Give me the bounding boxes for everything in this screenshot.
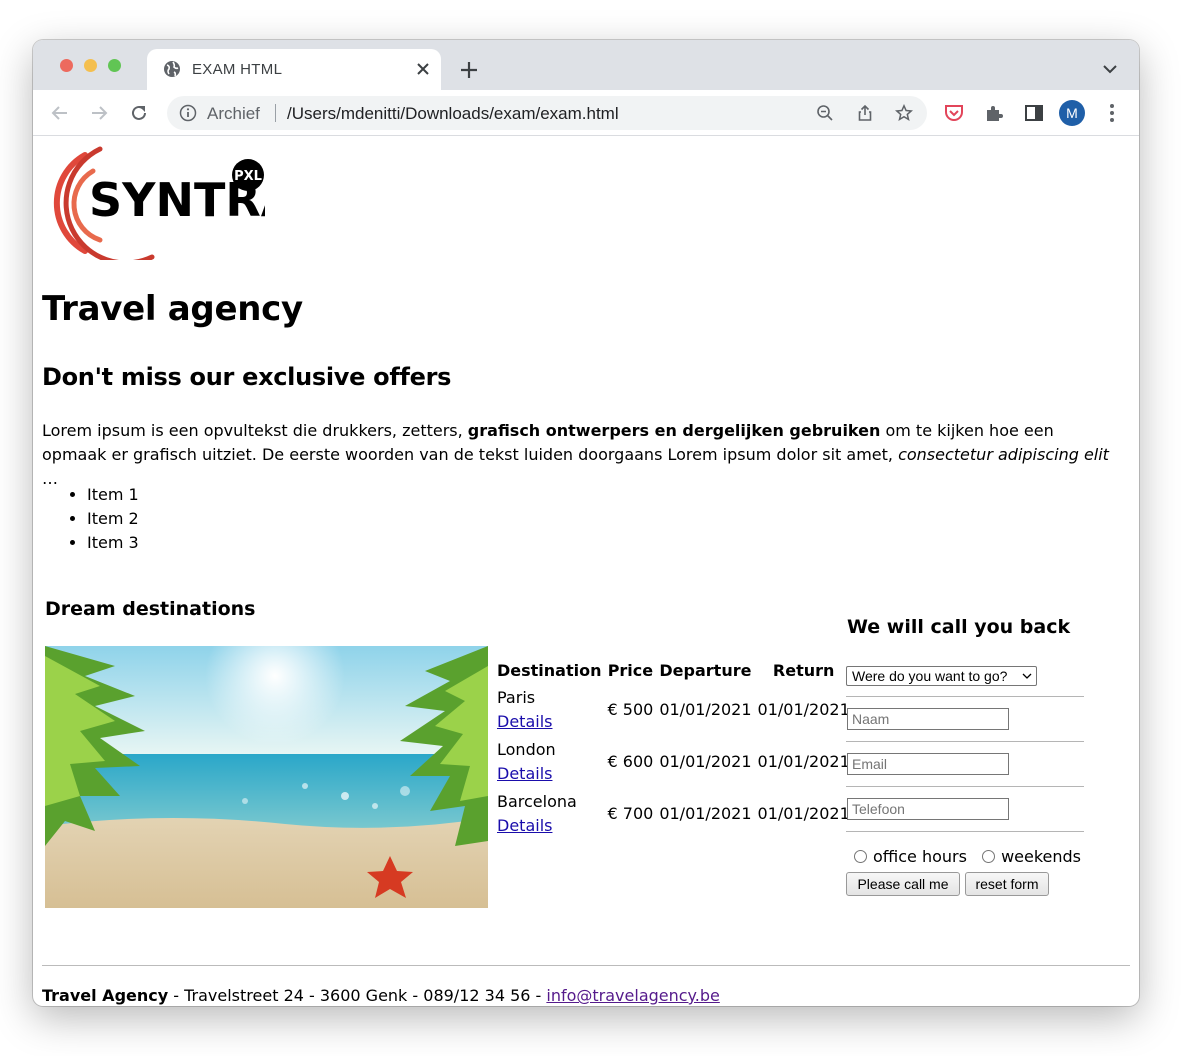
page-title: Travel agency xyxy=(42,289,303,329)
weekends-radio[interactable] xyxy=(982,850,996,863)
details-link[interactable]: Details xyxy=(497,816,552,835)
page-subtitle: Don't miss our exclusive offers xyxy=(42,363,452,391)
destination-cell: Paris Details xyxy=(497,688,553,731)
email-field[interactable]: Email xyxy=(847,753,1009,775)
return-cell: 01/01/2021 xyxy=(757,700,850,719)
divider xyxy=(846,786,1084,787)
extensions-puzzle-icon[interactable] xyxy=(983,102,1005,124)
divider xyxy=(846,741,1084,742)
zoom-window-button[interactable] xyxy=(108,59,121,72)
tab-exam-html[interactable]: EXAM HTML xyxy=(147,49,441,90)
departure-cell: 01/01/2021 xyxy=(659,752,752,771)
divider xyxy=(846,696,1084,697)
details-link[interactable]: Details xyxy=(497,764,552,783)
address-bar[interactable]: Archief /Users/mdenitti/Downloads/exam/e… xyxy=(167,96,927,130)
chevron-down-icon xyxy=(1022,673,1032,679)
destinations-title: Dream destinations xyxy=(45,598,256,620)
syntra-logo: SYNTRA PXL xyxy=(53,146,265,260)
departure-cell: 01/01/2021 xyxy=(659,700,752,719)
page-content: SYNTRA PXL Travel agency Don't miss our … xyxy=(33,137,1139,1006)
destination-cell: London Details xyxy=(497,740,556,783)
list-item: Item 2 xyxy=(87,507,139,531)
destination-cell: Barcelona Details xyxy=(497,792,577,835)
browser-window: EXAM HTML Archief /Users/mdenitti/Downlo… xyxy=(33,40,1139,1006)
header-return: Return xyxy=(772,660,835,680)
name-field[interactable]: Naam xyxy=(847,708,1009,730)
pocket-icon[interactable] xyxy=(943,102,965,124)
list-item: Item 3 xyxy=(87,531,139,555)
url-text[interactable]: /Users/mdenitti/Downloads/exam/exam.html xyxy=(287,104,619,124)
header-departure: Departure xyxy=(659,660,752,680)
intro-paragraph: Lorem ipsum is een opvultekst die drukke… xyxy=(42,421,1109,488)
phone-field[interactable]: Telefoon xyxy=(847,798,1009,820)
footer-divider xyxy=(42,965,1130,966)
reload-icon[interactable] xyxy=(128,102,150,124)
destinations-table: Destination Price Departure Return Paris… xyxy=(493,655,854,841)
intro-bold: grafisch ontwerpers en dergelijken gebru… xyxy=(467,421,881,440)
table-row: Barcelona Details € 700 01/01/2021 01/01/… xyxy=(495,789,852,839)
header-price: Price xyxy=(607,660,654,680)
divider xyxy=(846,831,1084,832)
browser-toolbar: Archief /Users/mdenitti/Downloads/exam/e… xyxy=(33,90,1139,136)
profile-avatar[interactable]: M xyxy=(1059,100,1085,126)
table-header-row: Destination Price Departure Return xyxy=(495,657,852,683)
submit-button[interactable]: Please call me xyxy=(846,872,960,896)
address-separator xyxy=(275,104,276,122)
more-menu-icon[interactable] xyxy=(1101,102,1123,124)
tab-strip: EXAM HTML xyxy=(33,40,1139,90)
header-destination: Destination xyxy=(497,660,602,680)
info-icon[interactable] xyxy=(179,104,197,122)
new-tab-icon[interactable] xyxy=(459,60,479,80)
price-cell: € 700 xyxy=(607,804,654,823)
price-cell: € 500 xyxy=(607,700,654,719)
bookmark-star-icon[interactable] xyxy=(895,104,913,122)
footer-company: Travel Agency xyxy=(42,986,169,1005)
close-window-button[interactable] xyxy=(60,59,73,72)
departure-cell: 01/01/2021 xyxy=(659,804,752,823)
close-tab-icon[interactable] xyxy=(414,60,432,78)
return-cell: 01/01/2021 xyxy=(757,752,850,771)
back-arrow-icon[interactable] xyxy=(49,102,71,124)
address-prefix: Archief xyxy=(207,104,260,123)
footer-address: - Travelstreet 24 - 3600 Genk - 089/12 3… xyxy=(168,986,547,1005)
logo-badge: PXL xyxy=(234,169,262,184)
tab-title: EXAM HTML xyxy=(192,61,283,78)
item-list: Item 1 Item 2 Item 3 xyxy=(42,483,139,555)
list-item: Item 1 xyxy=(87,483,139,507)
table-row: London Details € 600 01/01/2021 01/01/202… xyxy=(495,737,852,787)
price-cell: € 600 xyxy=(607,752,654,771)
intro-italic: consectetur adipiscing elit xyxy=(898,445,1109,464)
footer-email-link[interactable]: info@travelagency.be xyxy=(546,986,719,1005)
side-panel-icon[interactable] xyxy=(1023,102,1045,124)
office-hours-label: office hours xyxy=(873,847,967,866)
weekends-label: weekends xyxy=(1001,847,1082,866)
table-row: Paris Details € 500 01/01/2021 01/01/2021 xyxy=(495,685,852,735)
zoom-out-icon[interactable] xyxy=(816,104,834,122)
callback-form-title: We will call you back xyxy=(847,616,1071,638)
share-icon[interactable] xyxy=(856,104,874,122)
beach-photo xyxy=(45,646,488,908)
destination-select[interactable]: Were do you want to go? xyxy=(846,666,1037,686)
footer: Travel Agency - Travelstreet 24 - 3600 G… xyxy=(42,986,720,1005)
return-cell: 01/01/2021 xyxy=(757,804,850,823)
chevron-down-icon[interactable] xyxy=(1102,63,1118,75)
forward-arrow-icon[interactable] xyxy=(88,102,110,124)
details-link[interactable]: Details xyxy=(497,712,552,731)
globe-icon xyxy=(164,61,180,77)
minimize-window-button[interactable] xyxy=(84,59,97,72)
reset-button[interactable]: reset form xyxy=(965,872,1049,896)
office-hours-radio[interactable] xyxy=(854,850,867,863)
callback-time-options: office hours weekends xyxy=(854,847,1081,866)
